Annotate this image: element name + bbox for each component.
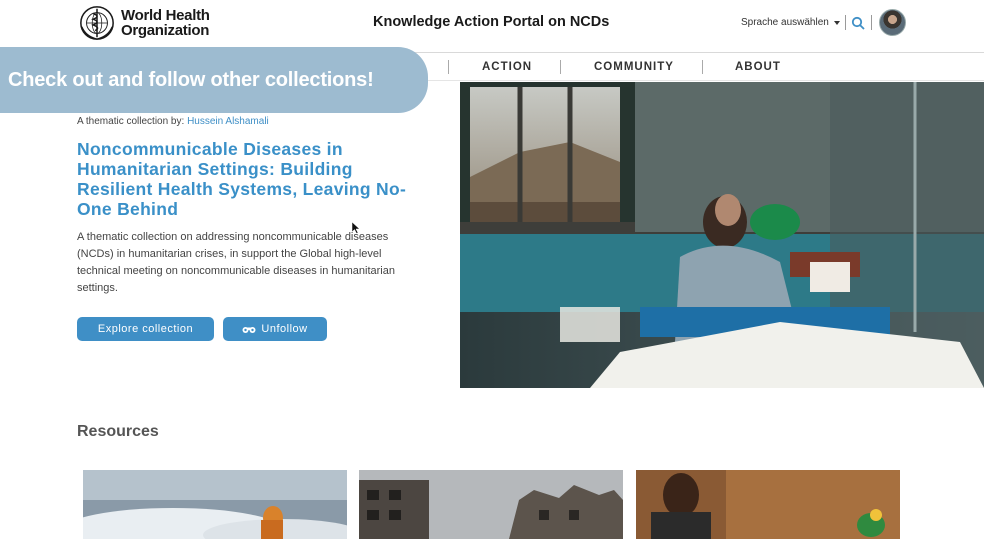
collection-description: A thematic collection on addressing nonc… xyxy=(77,231,395,294)
portal-title[interactable]: Knowledge Action Portal on NCDs xyxy=(373,14,609,30)
explore-label: Explore collection xyxy=(97,323,194,335)
nav-item-action[interactable]: ACTION xyxy=(482,61,532,73)
who-wordmark: World Health Organization xyxy=(121,8,210,38)
collection-title: Noncommunicable Diseases in Humanitarian… xyxy=(77,139,407,219)
banner-text: Check out and follow other collections! xyxy=(8,68,374,91)
site-header: World Health Organization Knowledge Acti… xyxy=(0,0,984,53)
language-label: Sprache auswählen xyxy=(741,17,829,28)
language-selector[interactable]: Sprache auswählen xyxy=(741,17,840,28)
unfollow-label: Unfollow xyxy=(261,323,308,335)
nav-item-community[interactable]: COMMUNITY xyxy=(594,61,674,73)
byline-prefix: A thematic collection by: xyxy=(77,116,185,127)
community-health-photo xyxy=(636,470,900,539)
nav-divider xyxy=(448,60,449,74)
header-divider xyxy=(845,15,846,30)
resources-heading: Resources xyxy=(77,423,159,440)
unfollow-button[interactable]: Unfollow xyxy=(223,317,327,341)
resource-card[interactable] xyxy=(83,470,347,539)
binoculars-icon xyxy=(242,326,256,333)
author-link[interactable]: Hussein Alshamali xyxy=(187,116,269,127)
chevron-down-icon xyxy=(833,20,840,25)
flood-relief-photo xyxy=(83,470,347,539)
nav-divider xyxy=(702,60,703,74)
who-logo[interactable]: World Health Organization xyxy=(78,4,210,42)
collection-hero-photo xyxy=(460,82,984,388)
follow-collections-banner[interactable]: Check out and follow other collections! xyxy=(0,47,428,113)
nav-item-about[interactable]: ABOUT xyxy=(735,61,781,73)
collection-byline: A thematic collection by: Hussein Alsham… xyxy=(77,116,269,127)
logo-line-2: Organization xyxy=(121,22,210,39)
explore-collection-button[interactable]: Explore collection xyxy=(77,317,214,341)
who-emblem-icon xyxy=(80,6,114,40)
resource-card[interactable] xyxy=(359,470,623,539)
search-icon[interactable] xyxy=(851,16,865,30)
logo-line-1: World Health xyxy=(121,7,210,24)
header-divider xyxy=(871,15,872,30)
nav-divider xyxy=(560,60,561,74)
user-avatar[interactable] xyxy=(879,9,906,36)
damaged-buildings-photo xyxy=(359,470,623,539)
mouse-cursor-icon xyxy=(352,222,360,234)
resource-card[interactable] xyxy=(636,470,900,539)
